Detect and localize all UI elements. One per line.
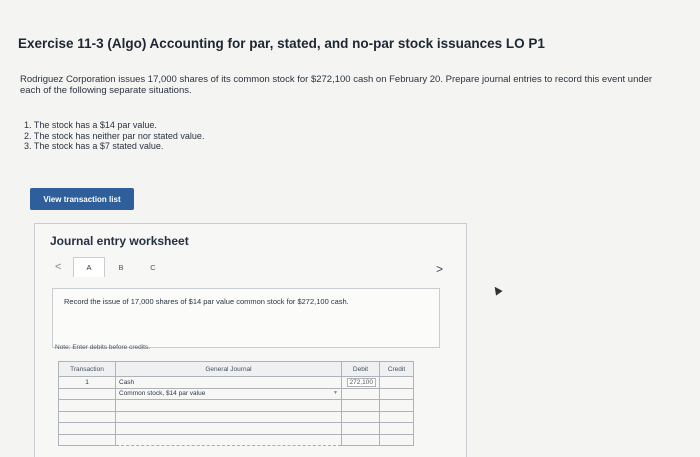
- table-row: [58, 433, 414, 446]
- account-select[interactable]: [115, 410, 342, 423]
- debit-input[interactable]: [341, 410, 380, 423]
- transaction-cell: [58, 410, 116, 423]
- situation-item: 2. The stock has neither par nor stated …: [24, 130, 205, 141]
- view-transaction-list-button[interactable]: View transaction list: [30, 188, 134, 210]
- table-row: [58, 410, 414, 423]
- transaction-cell: [58, 387, 116, 400]
- worksheet-tabs: < A B C: [55, 257, 169, 277]
- chevron-down-icon[interactable]: ▼: [333, 390, 338, 396]
- transaction-cell: 1: [58, 376, 116, 389]
- account-select[interactable]: [115, 433, 342, 446]
- tab-a[interactable]: A: [73, 257, 105, 277]
- tab-b[interactable]: B: [105, 257, 137, 277]
- transaction-cell: [58, 422, 116, 435]
- situation-item: 1. The stock has a $14 par value.: [24, 120, 157, 130]
- tab-c[interactable]: C: [137, 257, 169, 277]
- note-text: Note: Enter debits before credits.: [55, 344, 151, 351]
- exercise-title: Exercise 11-3 (Algo) Accounting for par,…: [18, 36, 545, 51]
- account-select[interactable]: [115, 422, 342, 435]
- header-transaction: Transaction: [58, 361, 116, 377]
- account-select[interactable]: Common stock, $14 par value ▼: [115, 387, 342, 400]
- credit-input[interactable]: [379, 387, 414, 400]
- transaction-cell: [58, 433, 116, 446]
- debit-value: 272,100: [346, 377, 376, 387]
- debit-input[interactable]: [341, 387, 380, 400]
- situation-list: 1. The stock has a $14 par value. 2. The…: [24, 120, 204, 152]
- instruction-box: Record the issue of 17,000 shares of $14…: [52, 288, 440, 348]
- exercise-intro: Rodriguez Corporation issues 17,000 shar…: [20, 74, 653, 96]
- table-row: Common stock, $14 par value ▼: [58, 387, 414, 400]
- table-row: [58, 422, 414, 435]
- chevron-left-icon[interactable]: <: [55, 261, 73, 273]
- debit-input[interactable]: [341, 399, 380, 412]
- chevron-right-icon[interactable]: >: [436, 262, 443, 276]
- credit-input[interactable]: [379, 376, 414, 389]
- journal-entry-worksheet: Journal entry worksheet < A B C Record t…: [34, 223, 467, 457]
- mouse-cursor-icon: [491, 284, 503, 296]
- credit-input[interactable]: [379, 410, 414, 423]
- account-select[interactable]: Cash: [115, 376, 342, 389]
- header-debit: Debit: [341, 361, 380, 377]
- table-row: [58, 399, 414, 412]
- credit-input[interactable]: [379, 399, 414, 412]
- table-header-row: Transaction General Journal Debit Credit: [58, 361, 414, 377]
- situation-item: 3. The stock has a $7 stated value.: [24, 141, 164, 151]
- worksheet-title: Journal entry worksheet: [50, 234, 189, 248]
- debit-input[interactable]: 272,100: [341, 376, 380, 389]
- exercise-page: Exercise 11-3 (Algo) Accounting for par,…: [0, 0, 700, 457]
- debit-input[interactable]: [341, 433, 380, 446]
- credit-input[interactable]: [379, 433, 414, 446]
- transaction-cell: [58, 399, 116, 412]
- header-general-journal: General Journal: [115, 361, 342, 377]
- credit-input[interactable]: [379, 422, 414, 435]
- account-select[interactable]: [115, 399, 342, 412]
- account-name: Common stock, $14 par value: [119, 390, 206, 398]
- account-name: Cash: [119, 378, 135, 386]
- general-journal-table: Transaction General Journal Debit Credit…: [58, 361, 414, 446]
- header-credit: Credit: [379, 361, 414, 377]
- debit-input[interactable]: [341, 422, 380, 435]
- table-row: 1 Cash 272,100: [58, 376, 414, 389]
